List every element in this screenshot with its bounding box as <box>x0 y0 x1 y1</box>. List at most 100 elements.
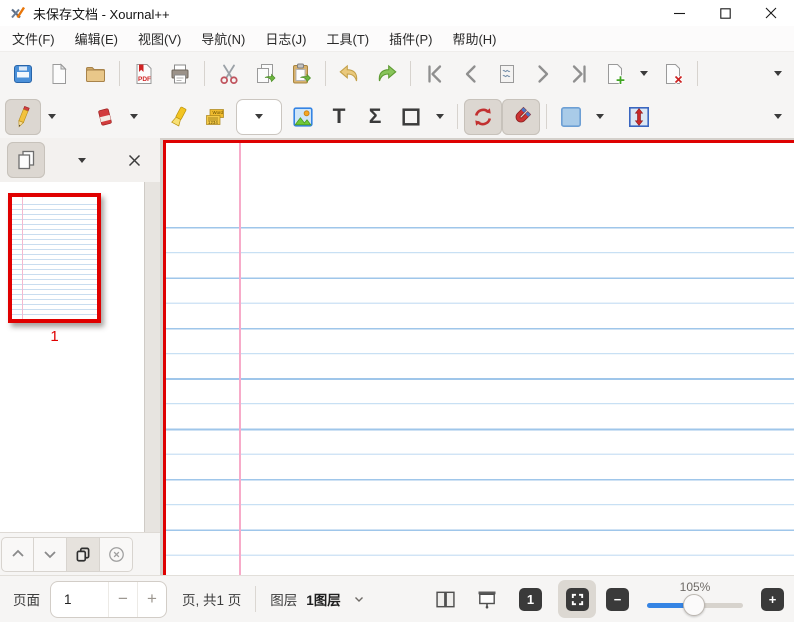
document-page[interactable] <box>163 140 794 575</box>
undo-button[interactable] <box>332 56 368 92</box>
menu-plugins[interactable]: 插件(P) <box>379 26 442 51</box>
chevron-down-icon <box>774 71 782 76</box>
chevron-down-icon[interactable] <box>354 596 364 603</box>
next-annotated-page-button[interactable] <box>489 56 525 92</box>
last-page-button[interactable] <box>561 56 597 92</box>
page-thumbnail-1[interactable] <box>8 193 101 323</box>
zoom-slider-thumb[interactable] <box>683 593 705 616</box>
math-tex-button[interactable]: Σ <box>357 99 393 135</box>
copy-button[interactable] <box>247 56 283 92</box>
zoom-out-button[interactable]: − <box>606 587 629 611</box>
menu-file[interactable]: 文件(F) <box>2 26 65 51</box>
toolbar-overflow-dropdown[interactable] <box>767 56 789 92</box>
delete-page-button[interactable] <box>655 56 691 92</box>
menu-navigate[interactable]: 导航(N) <box>191 26 255 51</box>
save-button[interactable] <box>5 56 41 92</box>
rectangle-shape-icon <box>402 107 420 126</box>
dual-page-icon <box>435 591 455 607</box>
shape-options-dropdown[interactable] <box>429 99 451 135</box>
color-swatch-icon <box>560 106 581 127</box>
eraser-tool-button[interactable] <box>87 99 123 135</box>
presentation-mode-button[interactable] <box>469 581 505 617</box>
select-text-tool-button[interactable]: Word 1234 <box>197 99 233 135</box>
paste-button[interactable] <box>283 56 319 92</box>
copy-page-button[interactable] <box>67 536 100 572</box>
menu-tools[interactable]: 工具(T) <box>317 26 380 51</box>
separator <box>410 61 411 86</box>
copy-icon <box>257 63 276 83</box>
sidebar-header <box>0 138 160 182</box>
cut-icon <box>220 64 238 84</box>
separator <box>697 61 698 86</box>
separator <box>457 104 458 129</box>
new-document-button[interactable] <box>41 56 77 92</box>
open-button[interactable] <box>77 56 113 92</box>
grid-snapping-button[interactable] <box>502 98 540 135</box>
highlighter-tool-button[interactable] <box>161 99 197 135</box>
zoom-in-button[interactable]: + <box>761 587 784 611</box>
zoom-100-button[interactable]: 1 <box>519 587 542 611</box>
new-page-dropdown[interactable] <box>633 56 655 92</box>
maximize-button[interactable] <box>702 0 748 26</box>
page-spinner-value[interactable]: 1 <box>51 582 108 617</box>
rotation-snapping-button[interactable] <box>464 98 502 135</box>
circle-x-icon <box>108 546 124 562</box>
zoom-fit-button[interactable] <box>558 580 596 618</box>
delete-page-sidebar-button[interactable] <box>100 536 133 572</box>
vertical-space-tool-button[interactable] <box>621 99 657 135</box>
menu-view[interactable]: 视图(V) <box>128 26 191 51</box>
maximize-icon <box>719 7 731 19</box>
sidebar-close-button[interactable] <box>115 142 153 178</box>
fill-color-button[interactable] <box>553 99 589 135</box>
print-button[interactable] <box>162 56 198 92</box>
pen-options-dropdown[interactable] <box>41 99 63 135</box>
move-page-down-button[interactable] <box>34 536 67 572</box>
page-margin-line <box>239 143 241 575</box>
pen-tool-button[interactable] <box>5 98 41 135</box>
menu-journal[interactable]: 日志(J) <box>255 26 316 51</box>
thumbnail-margin-line <box>22 197 23 319</box>
redo-button[interactable] <box>368 56 404 92</box>
menu-edit[interactable]: 编辑(E) <box>65 26 128 51</box>
menu-help[interactable]: 帮助(H) <box>442 26 506 51</box>
svg-text:PDF: PDF <box>138 76 151 83</box>
fill-color-dropdown[interactable] <box>589 99 611 135</box>
page-decrement-button[interactable]: − <box>108 581 137 617</box>
zoom-percentage: 105% <box>679 579 711 594</box>
layer-selector-value[interactable]: 1图层 <box>306 589 341 609</box>
zoom-slider-track[interactable] <box>647 593 743 616</box>
image-icon <box>293 106 313 127</box>
separator <box>255 586 257 612</box>
dual-page-view-button[interactable] <box>427 581 463 617</box>
open-folder-icon <box>86 66 105 82</box>
zoom-slider[interactable]: 105% <box>647 576 743 622</box>
export-pdf-button[interactable]: PDF <box>126 56 162 92</box>
statusbar: 页面 1 − + 页, 共1 页 图层 1图层 1 − 105% + <box>0 575 794 622</box>
shape-recognizer-button[interactable] <box>393 99 429 135</box>
vertical-space-icon <box>628 106 649 127</box>
text-tool-button[interactable]: T <box>321 99 357 135</box>
tool-selector-dropdown[interactable] <box>236 98 282 135</box>
previous-page-button[interactable] <box>453 56 489 92</box>
toolbar-overflow-dropdown[interactable] <box>767 99 789 135</box>
next-page-button[interactable] <box>525 56 561 92</box>
sidebar-tab-page-preview[interactable] <box>7 142 45 178</box>
eraser-options-dropdown[interactable] <box>123 99 145 135</box>
new-page-button[interactable] <box>597 56 633 92</box>
minimize-icon <box>673 12 685 14</box>
move-page-up-button[interactable] <box>1 536 34 572</box>
sidebar-scrollbar-track[interactable] <box>145 182 160 532</box>
chevron-down-icon <box>255 114 263 119</box>
page-increment-button[interactable]: + <box>137 581 166 617</box>
toolbar-file: PDF <box>0 52 794 95</box>
close-button[interactable] <box>748 0 794 26</box>
sidebar: 1 <box>0 138 160 575</box>
redo-icon <box>378 64 397 81</box>
cut-button[interactable] <box>211 56 247 92</box>
minimize-button[interactable] <box>656 0 702 26</box>
sidebar-tab-dropdown[interactable] <box>63 142 101 178</box>
insert-image-button[interactable] <box>285 99 321 135</box>
rotate-icon <box>474 107 492 126</box>
first-page-button[interactable] <box>417 56 453 92</box>
thumbnail-panel: 1 <box>0 182 145 532</box>
